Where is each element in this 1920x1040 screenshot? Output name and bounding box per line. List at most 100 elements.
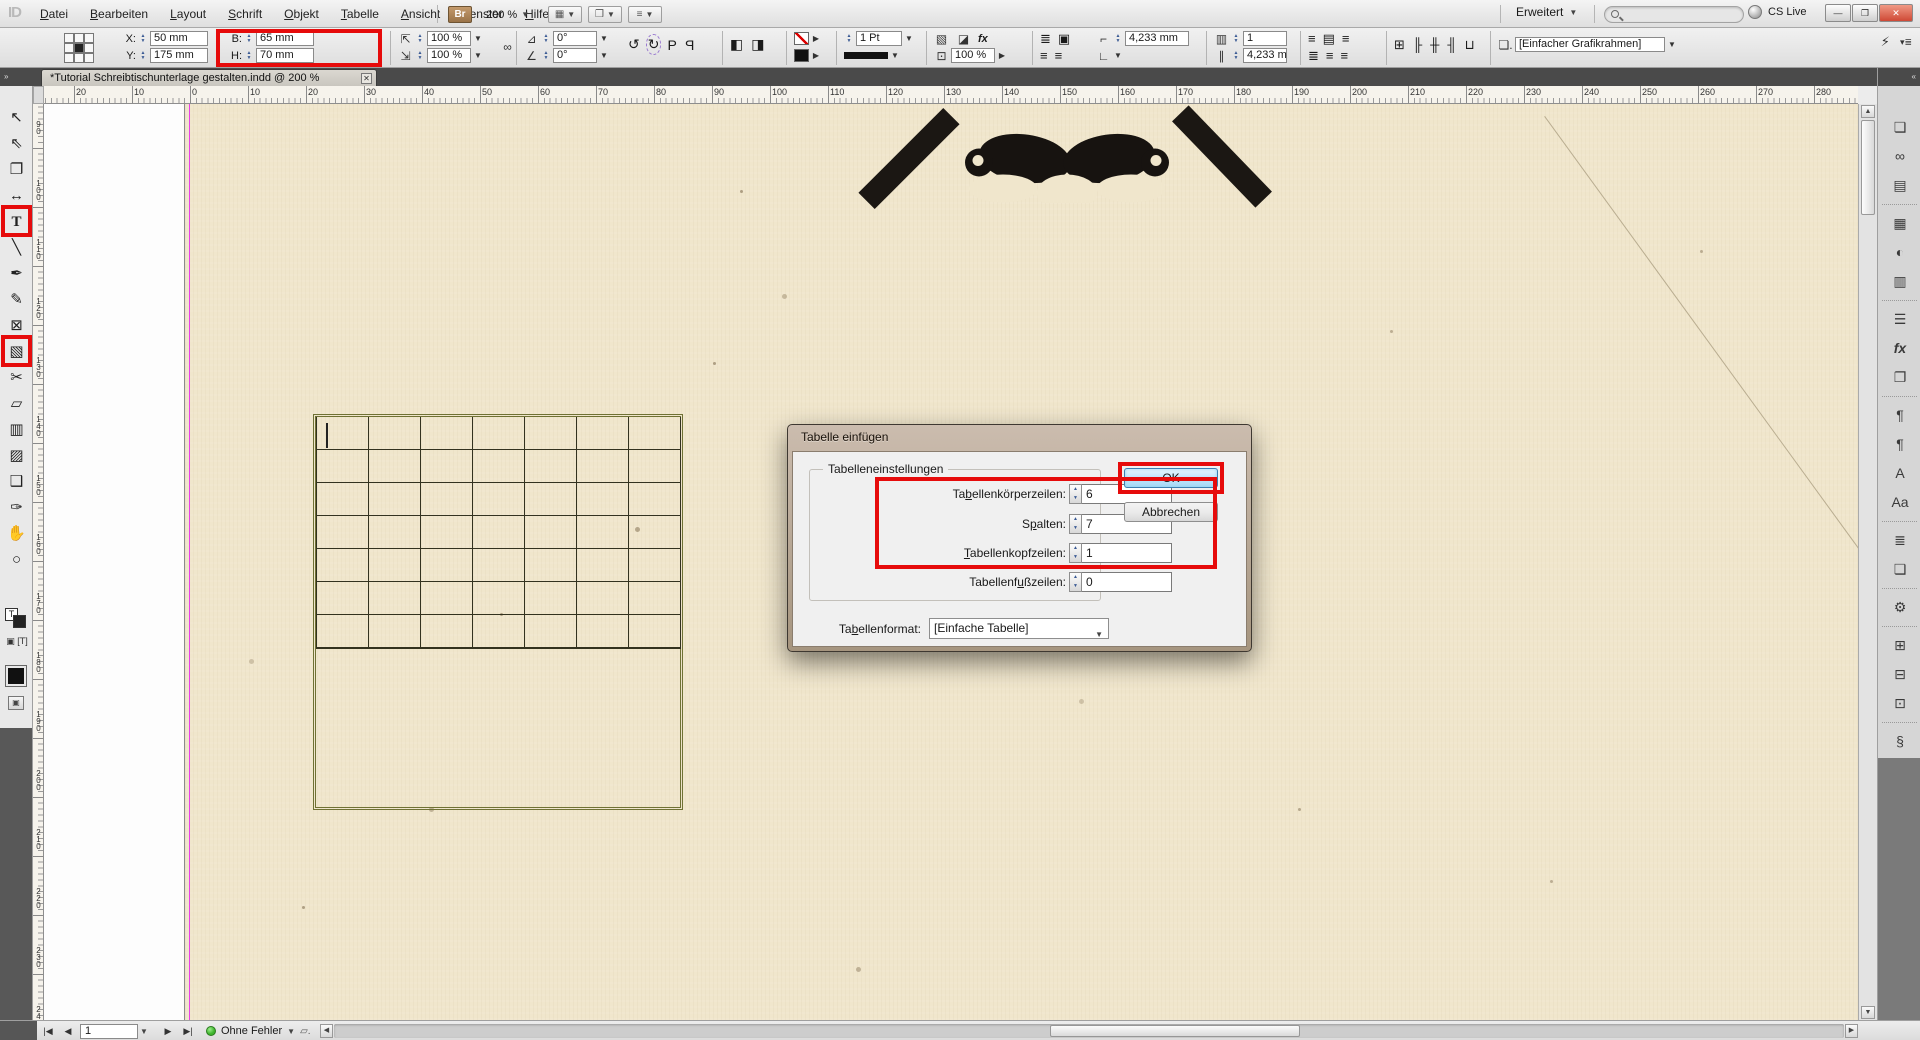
- color-panel-icon[interactable]: ◐: [1887, 240, 1913, 264]
- zoom-tool[interactable]: ○: [4, 548, 29, 572]
- corner-radius-field[interactable]: 4,233 mm: [1125, 31, 1189, 46]
- layers-panel-icon[interactable]: ❏: [1887, 557, 1913, 581]
- eyedropper-tool[interactable]: ✑: [4, 496, 29, 520]
- opacity-field[interactable]: 100 %: [951, 48, 995, 63]
- ok-button[interactable]: OK: [1124, 468, 1218, 488]
- table-format-select[interactable]: [Einfache Tabelle]▼: [929, 618, 1109, 639]
- formatting-affects-buttons[interactable]: ▣ [T]: [4, 636, 30, 647]
- margin-guide[interactable]: [189, 104, 190, 1020]
- tab-close-icon[interactable]: ✕: [361, 73, 372, 84]
- menu-item-bearbeiten[interactable]: Bearbeiten: [90, 7, 148, 21]
- select-container-icon[interactable]: ◧: [730, 36, 743, 53]
- dialog-row-stepper[interactable]: ▲▼: [1069, 514, 1082, 534]
- menu-item-objekt[interactable]: Objekt: [284, 7, 319, 21]
- scale-y-field[interactable]: 100 %: [427, 48, 471, 63]
- document-tab[interactable]: *Tutorial Schreibtischunterlage gestalte…: [41, 69, 377, 86]
- scroll-right-icon[interactable]: ▶: [1845, 1024, 1858, 1038]
- scale-x-field[interactable]: 100 %: [427, 31, 471, 46]
- object-styles-panel-icon[interactable]: ❐: [1887, 365, 1913, 389]
- chevron-down-icon[interactable]: ▼: [473, 51, 483, 60]
- arrange-documents-button[interactable]: ≡▼: [628, 6, 662, 23]
- first-page-button[interactable]: |◀: [40, 1023, 56, 1039]
- apply-color-button[interactable]: [6, 666, 26, 686]
- direct-selection-tool[interactable]: ⇖: [4, 132, 29, 156]
- gap-tool[interactable]: ↔: [4, 184, 29, 208]
- stroke-swatch[interactable]: [794, 32, 809, 45]
- rotate-ccw-icon[interactable]: ↺: [628, 36, 640, 53]
- gutter-field[interactable]: 4,233 m: [1243, 48, 1287, 63]
- rotation-field[interactable]: 0°: [553, 31, 597, 46]
- dialog-row-stepper[interactable]: ▲▼: [1069, 543, 1082, 563]
- hand-tool[interactable]: ✋: [4, 522, 29, 546]
- dialog-row-field[interactable]: 0: [1082, 572, 1172, 592]
- inserted-table[interactable]: [316, 417, 681, 649]
- vertical-justify-icon[interactable]: ≡: [1326, 48, 1334, 63]
- selection-tool[interactable]: ↖: [4, 106, 29, 130]
- effects-panel-icon[interactable]: fx: [1887, 336, 1913, 360]
- effects-icon[interactable]: ▧: [934, 32, 949, 46]
- last-page-button[interactable]: ▶|: [180, 1023, 196, 1039]
- text-wrap-around-icon[interactable]: ▣: [1058, 31, 1070, 47]
- scroll-down-icon[interactable]: ▼: [1861, 1006, 1875, 1019]
- gradient-swatch-tool[interactable]: ▥: [4, 418, 29, 442]
- stroke-styles-panel-icon[interactable]: ☰: [1887, 307, 1913, 331]
- type-tool[interactable]: T: [4, 210, 29, 234]
- gradient-panel-icon[interactable]: ▥: [1887, 269, 1913, 293]
- paragraph-panel-icon[interactable]: ¶: [1887, 403, 1913, 427]
- bridge-button[interactable]: Br: [448, 6, 472, 23]
- pen-tool[interactable]: ✒: [4, 262, 29, 286]
- wrap-options-icon[interactable]: ≡: [1040, 48, 1048, 63]
- rectangle-tool[interactable]: ▧: [4, 340, 29, 364]
- object-style-select[interactable]: [Einfacher Grafikrahmen]: [1515, 37, 1665, 52]
- minimize-button[interactable]: —: [1825, 4, 1851, 22]
- free-transform-tool[interactable]: ▱: [4, 392, 29, 416]
- menu-item-ansicht[interactable]: Ansicht: [401, 7, 440, 21]
- preflight-panel-icon[interactable]: ⚙: [1887, 595, 1913, 619]
- stroke-type-preview[interactable]: [844, 52, 888, 59]
- wrap-options2-icon[interactable]: ≡: [1055, 48, 1063, 63]
- rotate-cw-icon[interactable]: ↻: [648, 36, 660, 53]
- dock-header[interactable]: «: [1878, 68, 1920, 86]
- scroll-left-icon[interactable]: ◀: [320, 1024, 333, 1038]
- y-field[interactable]: 175 mm: [150, 48, 208, 63]
- swatches-panel-icon[interactable]: ▦: [1887, 211, 1913, 235]
- menu-item-datei[interactable]: Datei: [40, 7, 68, 21]
- paragraph-styles-panel-icon[interactable]: ¶: [1887, 432, 1913, 456]
- balance-icon[interactable]: ≡: [1341, 48, 1349, 63]
- stroke-panel-icon[interactable]: ▤: [1887, 173, 1913, 197]
- screen-mode-button[interactable]: ❒▼: [588, 6, 622, 23]
- cell-styles-panel-icon[interactable]: ⊡: [1887, 691, 1913, 715]
- text-wrap-off-icon[interactable]: ≣: [1040, 31, 1051, 47]
- dialog-row-stepper[interactable]: ▲▼: [1069, 572, 1082, 592]
- x-stepper[interactable]: ▲▼: [138, 31, 148, 46]
- y-stepper[interactable]: ▲▼: [138, 48, 148, 63]
- quick-apply-icon[interactable]: ⚡: [1881, 34, 1890, 50]
- line-tool[interactable]: ╲: [4, 236, 29, 260]
- shear-field[interactable]: 0°: [553, 48, 597, 63]
- stroke-weight-field[interactable]: 1 Pt: [856, 31, 902, 46]
- height-stepper[interactable]: ▲▼: [244, 48, 254, 63]
- fx-icon[interactable]: fx: [978, 33, 988, 45]
- distribute-icon[interactable]: ⊔: [1465, 37, 1475, 53]
- dialog-row-stepper[interactable]: ▲▼: [1069, 484, 1082, 504]
- cancel-button[interactable]: Abbrechen: [1124, 502, 1218, 522]
- workspace-switcher[interactable]: Erweitert ▼: [1516, 5, 1577, 19]
- links-panel-icon[interactable]: ∞: [1887, 144, 1913, 168]
- align-top-icon[interactable]: ≡: [1308, 31, 1316, 46]
- ruler-corner[interactable]: [33, 86, 44, 104]
- justify-icon[interactable]: ≡: [1342, 31, 1350, 46]
- horizontal-ruler[interactable]: 2010010203040506070809010011012013014015…: [44, 86, 1858, 104]
- flip-vertical-icon[interactable]: P: [685, 37, 694, 53]
- search-input[interactable]: [1604, 6, 1744, 23]
- tools-panel-header[interactable]: »: [0, 68, 33, 86]
- vertical-ruler[interactable]: 9010011012013014015016017018019020021022…: [33, 104, 44, 1020]
- horizontal-scrollbar[interactable]: [334, 1024, 1844, 1038]
- close-button[interactable]: ✕: [1879, 4, 1913, 22]
- dialog-title-bar[interactable]: Tabelle einfügen: [788, 425, 1251, 450]
- align-right-icon[interactable]: ╢: [1447, 37, 1456, 52]
- width-field[interactable]: 65 mm: [256, 31, 314, 46]
- table-styles-panel-icon[interactable]: ⊟: [1887, 662, 1913, 686]
- menu-item-tabelle[interactable]: Tabelle: [341, 7, 379, 21]
- vertical-scroll-thumb[interactable]: [1861, 120, 1875, 215]
- transform-icon[interactable]: ⊞: [1394, 37, 1405, 53]
